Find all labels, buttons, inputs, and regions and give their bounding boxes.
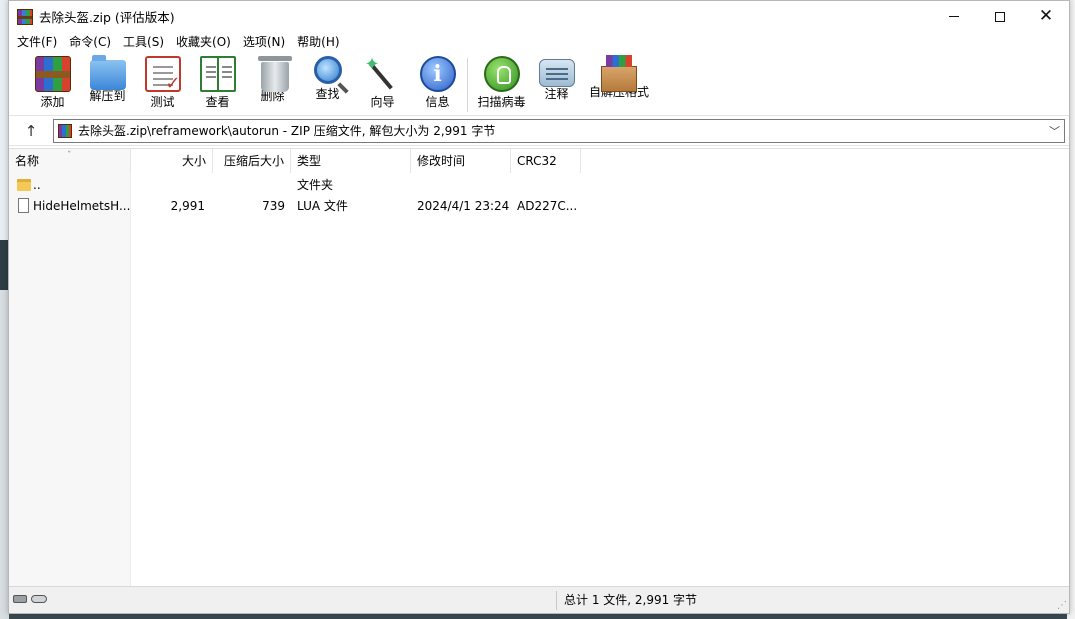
column-modified-label: 修改时间 — [417, 154, 466, 168]
book-icon — [199, 56, 236, 92]
extract-to-button[interactable]: 解压到 — [80, 55, 135, 104]
sfx-box-icon — [601, 55, 637, 92]
column-packed-label: 压缩后大小 — [223, 154, 284, 168]
file-crc: AD227C... — [517, 199, 578, 213]
folder-extract-icon — [89, 55, 126, 90]
column-type-label: 类型 — [297, 154, 322, 168]
table-row[interactable]: .. 文件夹 — [9, 175, 1069, 196]
archive-add-icon — [34, 56, 71, 92]
column-modified[interactable]: 修改时间 — [411, 149, 511, 173]
toolbar-divider — [467, 58, 468, 112]
minimize-button[interactable] — [931, 1, 977, 32]
file-size: 2,991 — [170, 199, 205, 213]
menu-help[interactable]: 帮助(H) — [291, 32, 345, 52]
clipboard-check-icon — [144, 56, 181, 94]
file-name: .. — [33, 178, 41, 192]
column-crc-label: CRC32 — [517, 154, 557, 168]
sfx-button[interactable]: 自解压格式 — [584, 55, 654, 100]
window-controls: ✕ — [931, 1, 1069, 32]
column-packed[interactable]: 压缩后大小 — [213, 149, 291, 173]
scan-virus-button[interactable]: 扫描病毒 — [474, 56, 529, 110]
file-packed — [213, 175, 285, 196]
column-size[interactable]: 大小 — [131, 149, 213, 173]
magnifier-icon — [313, 56, 342, 84]
wizard-button[interactable]: 向导 — [355, 54, 410, 110]
key-icon[interactable] — [31, 595, 47, 603]
menu-options[interactable]: 选项(N) — [237, 32, 291, 52]
info-button[interactable]: i 信息 — [410, 56, 465, 110]
view-label: 查看 — [205, 95, 230, 109]
column-type[interactable]: 类型 — [291, 149, 411, 173]
add-button[interactable]: 添加 — [25, 56, 80, 110]
delete-button[interactable]: 删除 — [245, 56, 300, 104]
title-bar[interactable]: 去除头盔.zip (评估版本) ✕ — [9, 1, 1069, 32]
view-button[interactable]: 查看 — [190, 56, 245, 110]
menu-favorites[interactable]: 收藏夹(O) — [170, 32, 237, 52]
column-name-label: 名称 — [15, 154, 40, 168]
file-crc — [517, 175, 581, 196]
comment-label: 注释 — [544, 87, 569, 101]
file-size — [131, 175, 205, 196]
chevron-down-icon[interactable]: ﹀ — [1049, 123, 1060, 139]
drive-icon[interactable] — [13, 595, 27, 603]
close-button[interactable]: ✕ — [1023, 1, 1069, 32]
test-button[interactable]: 测试 — [135, 56, 190, 110]
maximize-icon — [995, 11, 1005, 22]
resize-grip-icon[interactable]: ⋰ — [1057, 600, 1067, 611]
find-label: 查找 — [315, 87, 340, 101]
file-modified — [417, 175, 511, 196]
maximize-button[interactable] — [977, 1, 1023, 32]
table-row[interactable]: HideHelmetsH... 2,991 739 LUA 文件 2024/4/… — [9, 196, 1069, 217]
file-type: 文件夹 — [297, 178, 334, 192]
menu-file[interactable]: 文件(F) — [11, 32, 63, 52]
file-modified: 2024/4/1 23:24 — [417, 199, 510, 213]
column-crc[interactable]: CRC32 — [511, 149, 581, 173]
info-icon: i — [419, 56, 456, 92]
archive-icon — [58, 123, 72, 138]
trash-icon — [257, 56, 292, 92]
winrar-app-icon[interactable] — [17, 8, 33, 25]
menu-tools[interactable]: 工具(S) — [117, 32, 170, 52]
minimize-icon — [949, 16, 959, 17]
column-header-row: 名称 ˇ 大小 压缩后大小 类型 修改时间 CRC32 — [9, 149, 1069, 173]
file-type: LUA 文件 — [297, 199, 348, 213]
test-label: 测试 — [150, 95, 175, 109]
up-folder-button[interactable]: ↑ — [9, 122, 53, 140]
extract-to-label: 解压到 — [89, 89, 126, 103]
path-text: 去除头盔.zip\reframework\autorun - ZIP 压缩文件,… — [78, 124, 496, 138]
magic-wand-icon — [365, 54, 401, 92]
virus-scan-icon — [483, 56, 520, 92]
folder-icon — [17, 179, 31, 191]
menu-commands[interactable]: 命令(C) — [63, 32, 117, 52]
column-name[interactable]: 名称 ˇ — [9, 149, 131, 173]
comment-icon — [538, 59, 575, 87]
status-summary: 总计 1 文件, 2,991 字节 — [564, 593, 698, 607]
column-size-label: 大小 — [181, 154, 206, 168]
status-bar: 总计 1 文件, 2,991 字节 ⋰ — [9, 586, 1069, 613]
file-name: HideHelmetsH... — [33, 199, 131, 213]
file-packed: 739 — [262, 199, 285, 213]
close-icon: ✕ — [1038, 6, 1054, 26]
menu-bar: 文件(F) 命令(C) 工具(S) 收藏夹(O) 选项(N) 帮助(H) — [9, 32, 1069, 52]
info-label: 信息 — [425, 95, 450, 109]
file-list[interactable]: 名称 ˇ 大小 压缩后大小 类型 修改时间 CRC32 .. 文件夹 HideH… — [9, 148, 1069, 587]
wizard-label: 向导 — [370, 95, 395, 109]
find-button[interactable]: 查找 — [300, 56, 355, 102]
address-bar: ↑ 去除头盔.zip\reframework\autorun - ZIP 压缩文… — [9, 116, 1069, 146]
comment-button[interactable]: 注释 — [529, 56, 584, 102]
status-divider — [556, 591, 557, 610]
add-label: 添加 — [40, 95, 65, 109]
file-icon — [18, 198, 29, 213]
path-combobox[interactable]: 去除头盔.zip\reframework\autorun - ZIP 压缩文件,… — [53, 118, 1065, 143]
scan-virus-label: 扫描病毒 — [477, 95, 526, 109]
window-title: 去除头盔.zip (评估版本) — [39, 10, 175, 25]
winrar-window: 去除头盔.zip (评估版本) ✕ 文件(F) 命令(C) 工具(S) 收藏夹(… — [8, 0, 1070, 614]
toolbar: 添加 解压到 测试 查看 删除 查找 向导 i 信息 — [9, 52, 1069, 116]
sort-indicator-icon: ˇ — [67, 151, 72, 161]
